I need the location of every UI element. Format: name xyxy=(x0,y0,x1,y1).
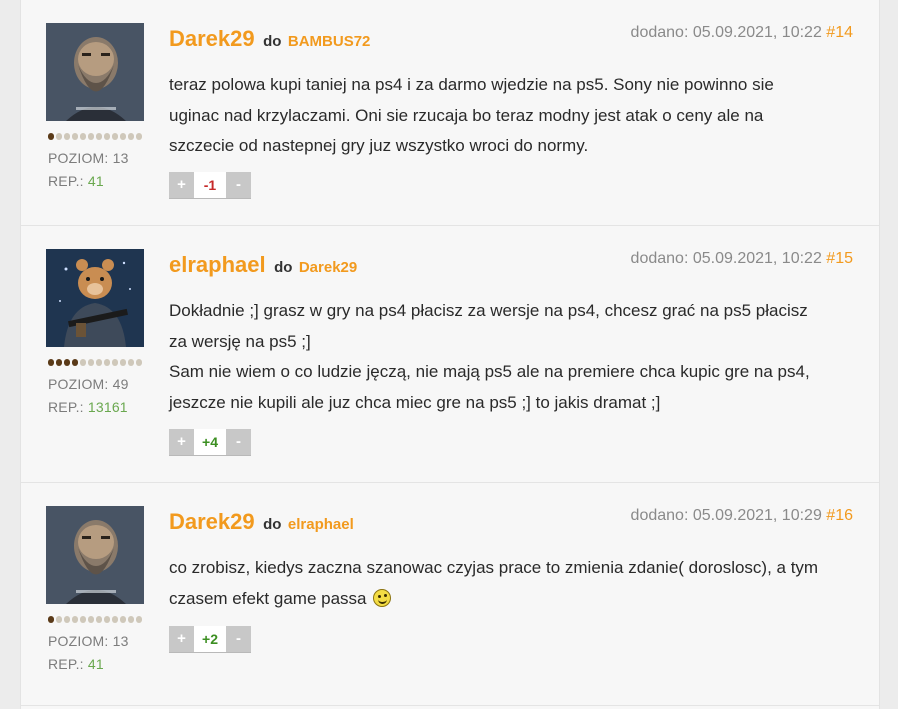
vote-score: +4 xyxy=(194,429,226,455)
wink-smiley-icon xyxy=(373,588,392,607)
downvote-button[interactable]: - xyxy=(226,626,251,652)
downvote-button[interactable]: - xyxy=(226,429,251,455)
user-avatar[interactable] xyxy=(46,506,144,604)
bearded-warrior-avatar-icon xyxy=(46,506,144,604)
post-number-link[interactable]: #14 xyxy=(826,24,853,41)
post-body: Dokładnie ;] grasz w gry na ps4 płacisz … xyxy=(169,296,859,418)
post-line-text: czasem efekt game passa xyxy=(169,588,367,608)
downvote-button[interactable]: - xyxy=(226,172,251,198)
user-avatar[interactable] xyxy=(46,249,144,347)
comment-post: POZIOM: 13 REP.: 41 Darek29 do elraphael… xyxy=(21,483,879,706)
post-date: dodano: 05.09.2021, 10:29 xyxy=(630,507,822,524)
post-line: uginac nad krzylaczami. Oni sie rzucaja … xyxy=(169,105,764,125)
post-date: dodano: 05.09.2021, 10:22 xyxy=(630,250,822,267)
reply-to-word: do xyxy=(263,516,282,533)
user-reputation: REP.: 41 xyxy=(48,173,104,189)
reply-to-link[interactable]: elraphael xyxy=(288,516,354,533)
reply-to-word: do xyxy=(274,259,293,276)
post-meta: dodano: 05.09.2021, 10:22 #14 xyxy=(631,24,853,42)
user-reputation: REP.: 41 xyxy=(48,656,104,672)
reputation-label: REP.: xyxy=(48,656,84,672)
post-number-link[interactable]: #16 xyxy=(826,507,853,524)
reputation-value: 41 xyxy=(87,173,104,189)
reputation-label: REP.: xyxy=(48,399,84,415)
post-number-link[interactable]: #15 xyxy=(826,250,853,267)
post-line: Sam nie wiem o co ludzie jęczą, nie mają… xyxy=(169,362,810,381)
vote-widget: + +2 - xyxy=(169,626,251,652)
post-body: co zrobisz, kiedys zaczna szanowac czyja… xyxy=(169,553,859,614)
post-line: jeszcze nie kupili ale juz chca miec gre… xyxy=(169,392,661,412)
reputation-value: 13161 xyxy=(87,399,128,415)
reply-to-word: do xyxy=(263,33,282,50)
comment-post: POZIOM: 49 REP.: 13161 elraphael do Dare… xyxy=(21,226,879,483)
comments-panel: POZIOM: 13 REP.: 41 Darek29 do BAMBUS72 … xyxy=(20,0,880,709)
post-header: elraphael do Darek29 xyxy=(169,252,357,278)
armed-bear-avatar-icon xyxy=(46,249,144,347)
post-date: dodano: 05.09.2021, 10:22 xyxy=(630,24,822,41)
comment-post: POZIOM: 13 REP.: 41 Darek29 do BAMBUS72 … xyxy=(21,0,879,226)
reply-to-link[interactable]: BAMBUS72 xyxy=(288,33,371,50)
post-body: teraz polowa kupi taniej na ps4 i za dar… xyxy=(169,70,859,162)
post-line: szczecie od nastepnej gry juz wszystko w… xyxy=(169,136,589,155)
post-line: co zrobisz, kiedys zaczna szanowac czyja… xyxy=(169,558,819,577)
user-level: POZIOM: 13 xyxy=(48,633,129,649)
user-level: POZIOM: 49 xyxy=(48,376,129,392)
upvote-button[interactable]: + xyxy=(169,626,194,652)
post-meta: dodano: 05.09.2021, 10:29 #16 xyxy=(631,507,853,525)
vote-score: -1 xyxy=(194,172,226,198)
reply-to-link[interactable]: Darek29 xyxy=(299,259,357,276)
user-avatar[interactable] xyxy=(46,23,144,121)
post-header: Darek29 do elraphael xyxy=(169,509,354,535)
user-reputation: REP.: 13161 xyxy=(48,399,128,415)
post-header: Darek29 do BAMBUS72 xyxy=(169,26,370,52)
reputation-value: 41 xyxy=(87,656,104,672)
author-name-link[interactable]: Darek29 xyxy=(169,26,255,51)
user-level: POZIOM: 13 xyxy=(48,150,129,166)
post-line: Dokładnie ;] grasz w gry na ps4 płacisz … xyxy=(169,301,808,320)
upvote-button[interactable]: + xyxy=(169,172,194,198)
vote-widget: + +4 - xyxy=(169,429,251,455)
reputation-label: REP.: xyxy=(48,173,84,189)
post-line: za wersję na ps5 ;] xyxy=(169,331,311,351)
author-name-link[interactable]: elraphael xyxy=(169,252,266,277)
post-line: teraz polowa kupi taniej na ps4 i za dar… xyxy=(169,75,774,94)
upvote-button[interactable]: + xyxy=(169,429,194,455)
post-line: czasem efekt game passa xyxy=(169,584,859,615)
post-meta: dodano: 05.09.2021, 10:22 #15 xyxy=(631,250,853,268)
bearded-warrior-avatar-icon xyxy=(46,23,144,121)
vote-widget: + -1 - xyxy=(169,172,251,198)
vote-score: +2 xyxy=(194,626,226,652)
author-name-link[interactable]: Darek29 xyxy=(169,509,255,534)
